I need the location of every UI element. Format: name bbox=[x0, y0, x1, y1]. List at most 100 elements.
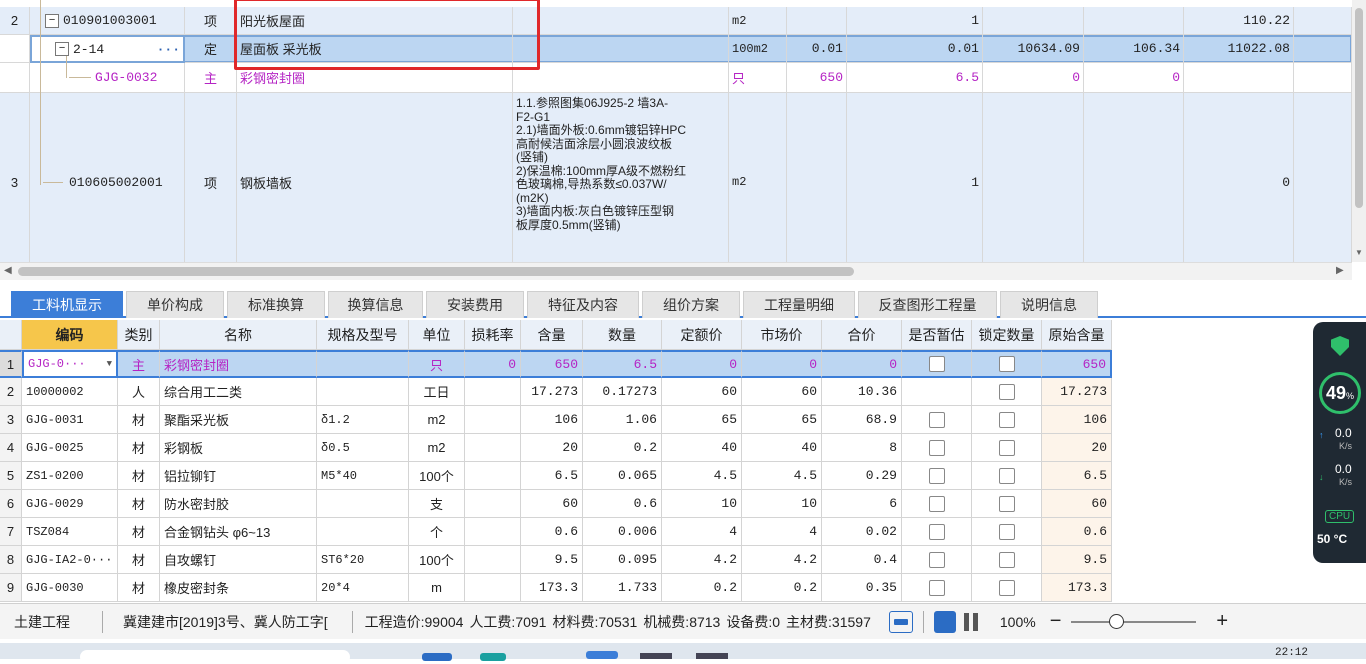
column-header-name[interactable]: 名称 bbox=[160, 320, 317, 350]
lock-checkbox[interactable] bbox=[998, 495, 1015, 512]
collapse-icon[interactable]: − bbox=[45, 13, 59, 28]
market-cell[interactable]: 65 bbox=[742, 406, 822, 434]
loss-cell[interactable] bbox=[465, 434, 521, 462]
bill-row[interactable]: 3 010605002001 项 钢板墙板 1.1.参照图集06J925-2 墙… bbox=[0, 93, 1352, 262]
lock-checkbox[interactable] bbox=[998, 411, 1015, 428]
columns-view-icon[interactable] bbox=[963, 612, 978, 631]
sum-cell[interactable]: 10.36 bbox=[822, 378, 902, 406]
type-cell[interactable]: 材 bbox=[118, 546, 160, 574]
lock-checkbox[interactable] bbox=[998, 439, 1015, 456]
bill-row-selected[interactable]: − 2-14 ··· 定 屋面板 采光板 100m2 0.01 0.01 106… bbox=[0, 35, 1352, 63]
loss-cell[interactable] bbox=[465, 546, 521, 574]
spec-cell[interactable]: δ1.2 bbox=[317, 406, 409, 434]
tab-material-machine[interactable]: 工料机显示 bbox=[11, 291, 123, 318]
column-header-market[interactable]: 市场价 bbox=[742, 320, 822, 350]
content-cell[interactable]: 0.6 bbox=[521, 518, 583, 546]
code-cell[interactable]: GJG-IA2-0··· bbox=[22, 546, 118, 574]
sum-cell[interactable]: 8 bbox=[822, 434, 902, 462]
lock-checkbox[interactable] bbox=[998, 467, 1015, 484]
zoom-slider[interactable] bbox=[1071, 613, 1197, 629]
quota-cell[interactable]: 10 bbox=[662, 490, 742, 518]
market-cell[interactable]: 60 bbox=[742, 378, 822, 406]
content-cell[interactable]: 650 bbox=[521, 350, 583, 378]
estimate-checkbox[interactable] bbox=[928, 439, 945, 456]
code-cell[interactable]: GJG-0··· ▼ bbox=[22, 350, 118, 378]
qty-cell[interactable]: 0.065 bbox=[583, 462, 662, 490]
spec-cell[interactable] bbox=[317, 350, 409, 378]
type-cell[interactable]: 材 bbox=[118, 490, 160, 518]
quota-cell[interactable]: 40 bbox=[662, 434, 742, 462]
quota-cell[interactable]: 4.5 bbox=[662, 462, 742, 490]
market-cell[interactable]: 40 bbox=[742, 434, 822, 462]
tab-features[interactable]: 特征及内容 bbox=[527, 291, 639, 318]
quota-cell[interactable]: 4 bbox=[662, 518, 742, 546]
column-header-spec[interactable]: 规格及型号 bbox=[317, 320, 409, 350]
qty-cell[interactable]: 0.006 bbox=[583, 518, 662, 546]
estimate-cell[interactable] bbox=[902, 490, 972, 518]
column-header-unit[interactable]: 单位 bbox=[409, 320, 465, 350]
estimate-checkbox[interactable] bbox=[928, 579, 945, 596]
bill-row[interactable]: 2 − 010901003001 项 阳光板屋面 m2 1 110.22 bbox=[0, 7, 1352, 35]
code-cell[interactable]: GJG-0029 bbox=[22, 490, 118, 518]
taskbar-app-icon[interactable] bbox=[696, 653, 728, 659]
layout-toggle-icon[interactable] bbox=[888, 610, 913, 633]
loss-cell[interactable] bbox=[465, 518, 521, 546]
type-cell[interactable]: 材 bbox=[118, 462, 160, 490]
estimate-cell[interactable] bbox=[902, 462, 972, 490]
orig-cell[interactable]: 106 bbox=[1042, 406, 1112, 434]
lock-checkbox[interactable] bbox=[998, 579, 1015, 596]
spec-cell[interactable]: δ0.5 bbox=[317, 434, 409, 462]
loss-cell[interactable] bbox=[465, 490, 521, 518]
taskbar-app-icon[interactable] bbox=[480, 653, 506, 661]
column-header-loss[interactable]: 损耗率 bbox=[465, 320, 521, 350]
qty-cell[interactable]: 0.17273 bbox=[583, 378, 662, 406]
scroll-thumb[interactable] bbox=[1355, 8, 1363, 208]
lock-qty-cell[interactable] bbox=[972, 434, 1042, 462]
quota-cell[interactable]: 60 bbox=[662, 378, 742, 406]
lock-checkbox[interactable] bbox=[998, 551, 1015, 568]
estimate-cell[interactable] bbox=[902, 574, 972, 602]
orig-cell[interactable]: 60 bbox=[1042, 490, 1112, 518]
lock-qty-cell[interactable] bbox=[972, 406, 1042, 434]
tab-description[interactable]: 说明信息 bbox=[1000, 291, 1098, 318]
tab-unit-price[interactable]: 单价构成 bbox=[126, 291, 224, 318]
spec-cell[interactable]: M5*40 bbox=[317, 462, 409, 490]
column-header-lock[interactable]: 锁定数量 bbox=[972, 320, 1042, 350]
name-cell[interactable]: 自攻螺钉 bbox=[160, 546, 317, 574]
estimate-checkbox[interactable] bbox=[928, 411, 945, 428]
lock-qty-cell[interactable] bbox=[972, 350, 1042, 378]
estimate-cell[interactable] bbox=[902, 378, 972, 406]
lock-checkbox[interactable] bbox=[998, 523, 1015, 540]
lock-qty-cell[interactable] bbox=[972, 462, 1042, 490]
estimate-cell[interactable] bbox=[902, 434, 972, 462]
orig-cell[interactable]: 6.5 bbox=[1042, 462, 1112, 490]
market-cell[interactable]: 4 bbox=[742, 518, 822, 546]
estimate-cell[interactable] bbox=[902, 350, 972, 378]
lock-qty-cell[interactable] bbox=[972, 378, 1042, 406]
column-header-quota[interactable]: 定额价 bbox=[662, 320, 742, 350]
vertical-scrollbar[interactable]: ▼ bbox=[1352, 0, 1366, 262]
type-cell[interactable]: 材 bbox=[118, 406, 160, 434]
scroll-right-icon[interactable]: ▶ bbox=[1336, 265, 1344, 276]
spec-cell[interactable]: ST6*20 bbox=[317, 546, 409, 574]
quota-cell[interactable]: 65 bbox=[662, 406, 742, 434]
unit-cell[interactable]: 100个 bbox=[409, 546, 465, 574]
tab-pricing-plan[interactable]: 组价方案 bbox=[642, 291, 740, 318]
type-cell[interactable]: 材 bbox=[118, 574, 160, 602]
sum-cell[interactable]: 0.29 bbox=[822, 462, 902, 490]
dropdown-arrow-icon[interactable]: ▼ bbox=[107, 359, 112, 369]
lock-qty-cell[interactable] bbox=[972, 546, 1042, 574]
name-cell[interactable]: 铝拉铆钉 bbox=[160, 462, 317, 490]
estimate-cell[interactable] bbox=[902, 546, 972, 574]
qty-cell[interactable]: 6.5 bbox=[583, 350, 662, 378]
system-monitor-widget[interactable]: 49% ↑ 0.0 K/s ↓ 0.0 K/s CPU 50 °C bbox=[1313, 322, 1366, 563]
tab-graphic-quantity[interactable]: 反查图形工程量 bbox=[858, 291, 997, 318]
collapse-icon[interactable]: − bbox=[55, 42, 69, 56]
tab-quantity-detail[interactable]: 工程量明细 bbox=[743, 291, 855, 318]
code-cell[interactable]: TSZ084 bbox=[22, 518, 118, 546]
zoom-out-icon[interactable]: − bbox=[1050, 610, 1062, 633]
column-header-content[interactable]: 含量 bbox=[521, 320, 583, 350]
content-cell[interactable]: 17.273 bbox=[521, 378, 583, 406]
type-cell[interactable]: 材 bbox=[118, 518, 160, 546]
column-header-qty[interactable]: 数量 bbox=[583, 320, 662, 350]
